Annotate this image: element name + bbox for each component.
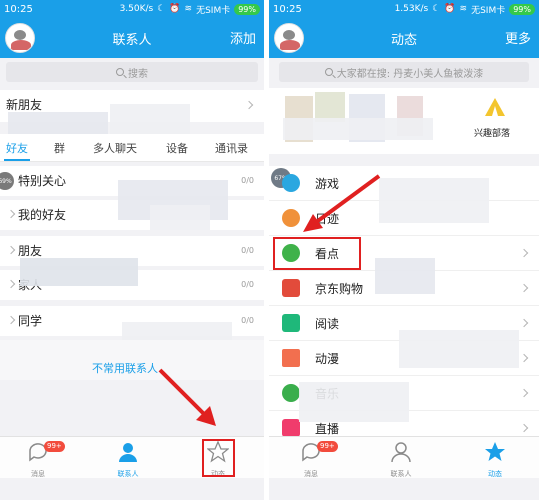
sim-status: 无SIM卡 [196, 5, 231, 16]
feed-item-label: 动漫 [315, 351, 340, 366]
search-icon [116, 68, 124, 76]
chevron-right-icon [519, 388, 529, 398]
tab-groups[interactable]: 群 [54, 140, 65, 156]
chevron-right-icon [6, 315, 16, 325]
group-name: 特别关心 [18, 174, 67, 188]
annotation-arrow [158, 368, 216, 426]
status-time: 10:25 [273, 3, 302, 15]
nav-label: 联系人 [390, 470, 412, 478]
chevron-right-icon [519, 423, 529, 433]
group-count: 0/0 [241, 316, 254, 325]
tab-friends[interactable]: 好友 [6, 140, 28, 156]
nav-label: 联系人 [117, 470, 139, 478]
feed-screen: 10:25 1.53K/s ☾ ⏰ ≋ 无SIM卡 99% 动态 更多 大家都在… [269, 0, 539, 500]
active-tab-indicator [4, 159, 30, 161]
group-name: 我的好友 [18, 208, 67, 222]
status-bar: 10:25 3.50K/s ☾ ⏰ ≋ 无SIM卡 99% [0, 0, 264, 18]
chevron-right-icon [519, 318, 529, 328]
add-button[interactable]: 添加 [230, 28, 256, 47]
sim-status: 无SIM卡 [471, 5, 506, 16]
nav-label: 消息 [31, 470, 45, 478]
search-input[interactable]: 搜索 [6, 62, 258, 82]
chevron-right-icon [519, 283, 529, 293]
video-camera-icon [282, 419, 300, 437]
chevron-right-icon [6, 279, 16, 289]
star-icon [485, 442, 505, 461]
search-icon [324, 68, 333, 76]
contacts-screen: 10:25 3.50K/s ☾ ⏰ ≋ 无SIM卡 99% 联系人 添加 搜索 … [0, 0, 264, 500]
wifi-icon: ≋ [184, 4, 193, 14]
annotation-arrow [303, 174, 381, 232]
paper-plane-icon [282, 349, 300, 367]
tab-devices[interactable]: 设备 [166, 140, 188, 156]
page-title: 动态 [390, 33, 417, 48]
group-count: 0/0 [241, 246, 254, 255]
unread-badge: 99+ [44, 441, 65, 452]
nav-label: 消息 [304, 470, 318, 478]
unread-badge: 99+ [317, 441, 338, 452]
tab-multichat[interactable]: 多人聊天 [93, 140, 137, 156]
group-count: 0/0 [241, 280, 254, 289]
highlight-box [273, 237, 361, 270]
shopping-bag-icon [282, 279, 300, 297]
chevron-right-icon [244, 100, 254, 110]
bottom-nav: 99+ 消息 联系人 动态 [0, 436, 264, 478]
interest-tribe-label[interactable]: 兴趣部落 [474, 126, 510, 139]
person-icon [119, 443, 137, 462]
search-bar: 搜索 [0, 58, 264, 86]
title-bar: 动态 更多 [269, 18, 539, 58]
page-title: 联系人 [112, 33, 152, 48]
new-friends-label: 新朋友 [6, 98, 43, 112]
feed-item-label: 阅读 [315, 316, 340, 331]
bottom-nav: 99+ 消息 联系人 动态 [269, 436, 539, 478]
chevron-right-icon [6, 209, 16, 219]
nav-label: 动态 [488, 470, 502, 478]
alarm-icon: ⏰ [444, 4, 456, 14]
network-speed: 1.53K/s [394, 4, 429, 14]
battery-indicator: 99% [509, 3, 535, 15]
feed-item-label: 直播 [315, 421, 340, 436]
feed-item-label: 京东购物 [315, 281, 364, 296]
title-bar: 联系人 添加 [0, 18, 264, 58]
search-placeholder: 大家都在搜: 丹麦小美人鱼被泼漆 [336, 68, 484, 80]
chevron-right-icon [6, 245, 16, 255]
more-button[interactable]: 更多 [505, 28, 531, 47]
group-name: 同学 [18, 314, 43, 328]
alarm-icon: ⏰ [169, 4, 181, 14]
wifi-icon: ≋ [459, 4, 468, 14]
search-placeholder: 搜索 [128, 68, 148, 80]
moon-icon: ☾ [432, 4, 441, 14]
highlight-box [202, 439, 235, 477]
person-icon [391, 442, 411, 463]
moon-icon: ☾ [157, 4, 166, 14]
search-input[interactable]: 大家都在搜: 丹麦小美人鱼被泼漆 [279, 62, 529, 82]
group-name: 朋友 [18, 244, 43, 258]
chevron-right-icon [519, 248, 529, 258]
bookmark-icon [282, 314, 300, 332]
chevron-right-icon [519, 353, 529, 363]
music-icon [282, 384, 300, 402]
percent-badge: 69% [0, 172, 14, 190]
contact-tabs: 好友 群 多人聊天 设备 通讯录 [0, 134, 264, 162]
uncommon-contacts-label: 不常用联系人 [92, 362, 158, 375]
tent-icon[interactable] [484, 96, 506, 118]
tab-address-book[interactable]: 通讯录 [215, 140, 248, 156]
group-count: 0/0 [241, 176, 254, 185]
battery-indicator: 99% [234, 3, 260, 15]
status-bar: 10:25 1.53K/s ☾ ⏰ ≋ 无SIM卡 99% [269, 0, 539, 18]
network-speed: 3.50K/s [119, 4, 154, 14]
search-bar: 大家都在搜: 丹麦小美人鱼被泼漆 [269, 58, 539, 86]
status-time: 10:25 [4, 3, 33, 15]
